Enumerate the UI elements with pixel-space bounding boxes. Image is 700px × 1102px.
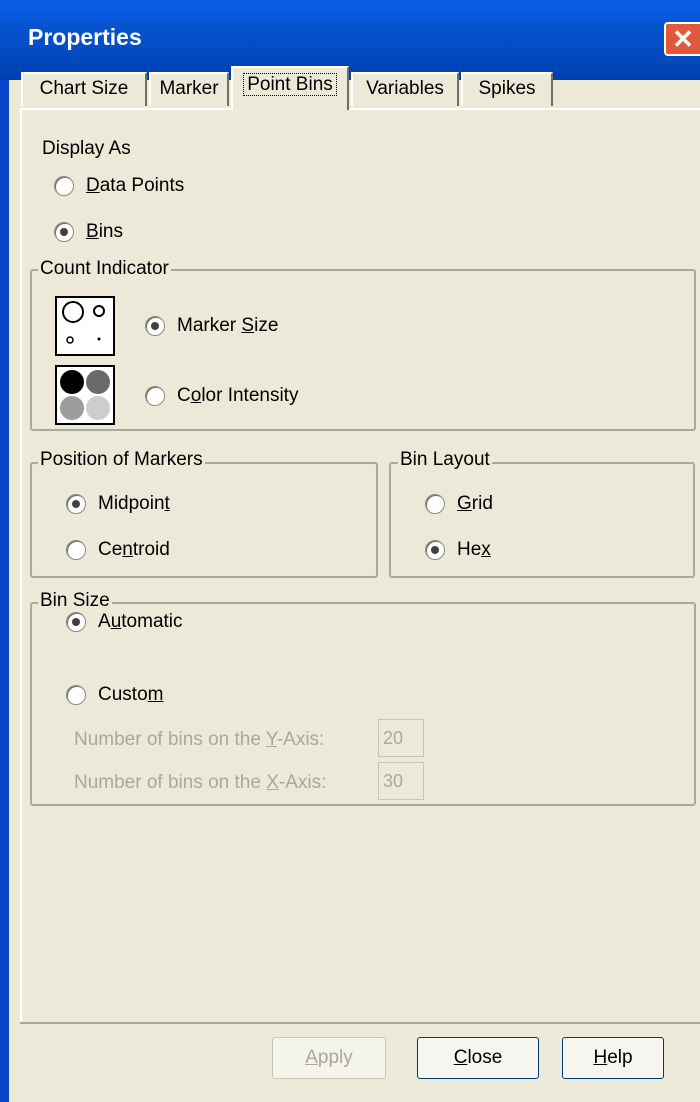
custom-label[interactable]: Custom [98,684,163,706]
x-axis-bins-label: Number of bins on the X-Axis: [74,772,327,793]
tab-chart-size[interactable]: Chart Size [21,72,147,106]
automatic-radio[interactable] [66,612,86,632]
color-intensity-radio[interactable] [145,386,165,406]
hex-label[interactable]: Hex [457,539,491,561]
count-indicator-group [30,269,696,431]
midpoint-label[interactable]: Midpoint [98,493,170,515]
apply-button[interactable]: Apply [272,1037,386,1079]
help-button[interactable]: Help [562,1037,664,1079]
y-axis-bins-input[interactable]: 20 [378,719,424,757]
grid-radio[interactable] [425,494,445,514]
automatic-label[interactable]: Automatic [98,611,183,633]
tab-marker[interactable]: Marker [149,72,229,106]
midpoint-radio[interactable] [66,494,86,514]
close-window-button[interactable]: ✕ [664,22,700,56]
centroid-label[interactable]: Centroid [98,539,170,561]
position-of-markers-legend: Position of Markers [38,449,205,471]
tab-spikes[interactable]: Spikes [461,72,553,106]
color-intensity-icon [55,365,115,425]
bins-radio[interactable] [54,222,74,242]
data-points-label[interactable]: Data Points [86,175,184,197]
button-separator [20,1022,700,1024]
custom-radio[interactable] [66,685,86,705]
centroid-radio[interactable] [66,540,86,560]
position-of-markers-group [30,462,378,578]
window-title: Properties [28,24,142,50]
data-points-radio[interactable] [54,176,74,196]
tab-label: Chart Size [39,78,129,99]
tab-variables[interactable]: Variables [351,72,459,106]
count-indicator-legend: Count Indicator [38,258,171,280]
tab-label: Marker [159,78,219,99]
window-left-border [0,80,9,1102]
bin-layout-legend: Bin Layout [398,449,492,471]
tab-label: Point Bins [243,73,337,96]
y-axis-bins-label: Number of bins on the Y-Axis: [74,729,325,750]
tab-label: Variables [366,78,444,99]
bin-size-legend: Bin Size [38,590,112,612]
grid-label[interactable]: Grid [457,493,493,515]
marker-size-radio[interactable] [145,316,165,336]
bins-label[interactable]: Bins [86,221,123,243]
hex-radio[interactable] [425,540,445,560]
tab-label: Spikes [478,78,536,99]
x-axis-bins-input[interactable]: 30 [378,762,424,800]
marker-size-icon [55,296,115,356]
close-icon: ✕ [672,24,694,54]
display-as-label: Display As [42,138,131,159]
close-button[interactable]: Close [417,1037,539,1079]
tab-point-bins[interactable]: Point Bins [231,66,349,110]
bin-layout-group [389,462,695,578]
color-intensity-label[interactable]: Color Intensity [177,385,298,407]
marker-size-label[interactable]: Marker Size [177,315,278,337]
